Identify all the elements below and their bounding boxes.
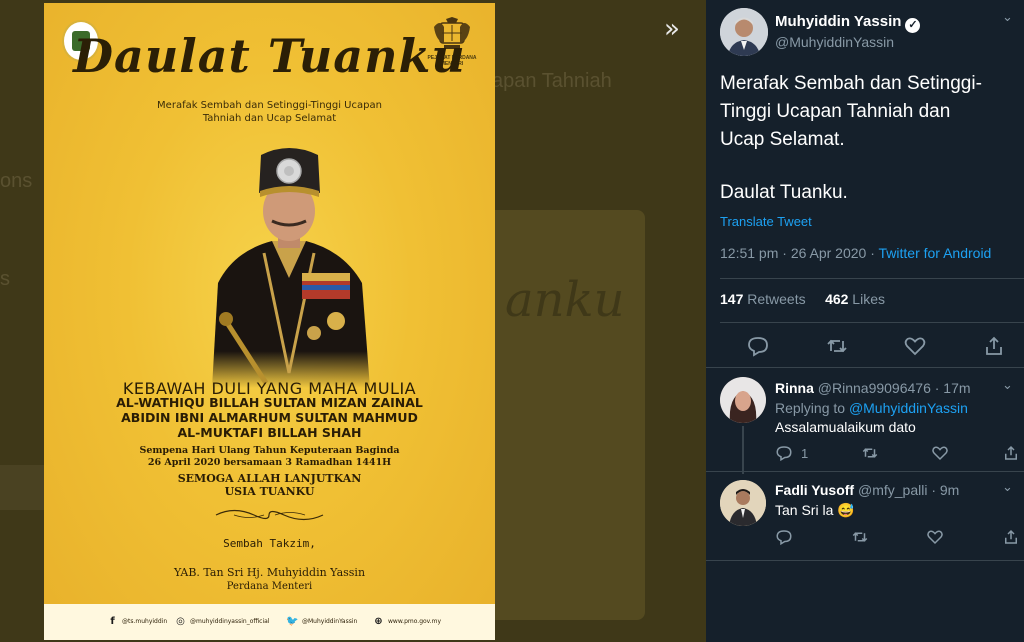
- divider: [720, 278, 1024, 279]
- poster-signatory: YAB. Tan Sri Hj. Muhyiddin Yassin: [173, 566, 366, 579]
- social-label: @muhyiddinyassin_official: [190, 617, 270, 625]
- likes-count: 462: [825, 291, 849, 307]
- avatar[interactable]: [720, 8, 768, 56]
- facebook-icon: f: [110, 615, 115, 627]
- collapse-panel-button[interactable]: »: [664, 14, 680, 44]
- poster-signatory-title: Perdana Menteri: [226, 581, 313, 592]
- tweet-text-line: Tinggi Ucapan Tahniah dan: [720, 101, 951, 122]
- author-handle[interactable]: @MuhyiddinYassin: [775, 34, 894, 50]
- social-facebook: f @ts.muhyiddin: [106, 613, 167, 629]
- reply-count: 1: [801, 445, 809, 461]
- retweets-stat[interactable]: 147 Retweets: [720, 291, 806, 307]
- tweet-text-line: Ucap Selamat.: [720, 129, 845, 150]
- avatar[interactable]: [720, 377, 766, 423]
- chevron-down-icon[interactable]: ⌄: [1002, 480, 1013, 495]
- poster-prayer-line: USIA TUANKU: [224, 485, 315, 498]
- tweet-image[interactable]: PEJABAT PERDANA MENTERI Daulat Tuanku Me…: [44, 3, 495, 640]
- poster-occasion-line: Sempena Hari Ulang Tahun Keputeraan Bagi…: [139, 445, 400, 456]
- chevron-down-icon[interactable]: ⌄: [1002, 10, 1013, 25]
- backdrop-text: ons: [0, 170, 33, 192]
- poster-occasion: Sempena Hari Ulang Tahun Keputeraan Bagi…: [104, 445, 435, 469]
- reply-button[interactable]: 1: [775, 444, 808, 462]
- reply-actions: [775, 528, 1020, 546]
- social-label: www.pmo.gov.my: [388, 617, 442, 625]
- reply-author[interactable]: Rinna @Rinna99096476 · 17m: [775, 380, 971, 396]
- sultan-portrait: [212, 148, 370, 388]
- retweet-icon[interactable]: [825, 334, 849, 358]
- poster-subtitle-line: Merafak Sembah dan Setinggi-Tinggi Ucapa…: [157, 100, 382, 111]
- chevron-down-icon[interactable]: ⌄: [1002, 378, 1013, 393]
- poster-sultan-name: AL-WATHIQU BILLAH SULTAN MIZAN ZAINAL AB…: [84, 395, 455, 440]
- reply-icon[interactable]: [746, 334, 770, 358]
- poster-title: Daulat Tuanku: [73, 29, 466, 83]
- poster-subtitle: Merafak Sembah dan Setinggi-Tinggi Ucapa…: [104, 99, 435, 125]
- ornament-divider-icon: [215, 509, 324, 521]
- reply-text: Assalamualaikum dato: [775, 419, 916, 435]
- author-name[interactable]: Muhyiddin Yassin ✓: [775, 13, 921, 33]
- social-label: @MuhyiddinYassin: [302, 617, 358, 625]
- reply-actions: 1: [775, 444, 1020, 462]
- reply-author-name[interactable]: Fadli Yusoff: [775, 482, 854, 498]
- divider: [720, 322, 1024, 323]
- tweet-text-line: Daulat Tuanku.: [720, 182, 848, 203]
- reply-author-name[interactable]: Rinna: [775, 380, 814, 396]
- tweet-stats: 147 Retweets 462 Likes: [720, 291, 885, 307]
- web-icon: ⊕: [374, 615, 383, 627]
- backdrop-block: [0, 465, 45, 510]
- avatar[interactable]: [720, 480, 766, 526]
- retweets-count: 147: [720, 291, 744, 307]
- like-icon[interactable]: [903, 334, 927, 358]
- reply-author-handle[interactable]: @mfy_palli · 9m: [858, 482, 959, 498]
- divider: [706, 560, 1024, 561]
- divider: [706, 367, 1024, 368]
- reply-icon: [776, 446, 792, 462]
- likes-label: Likes: [848, 291, 885, 307]
- poster-name-line: ABIDIN IBNI ALMARHUM SULTAN MAHMUD: [121, 410, 418, 425]
- like-icon[interactable]: [926, 528, 944, 546]
- tweet-text-line: Merafak Sembah dan Setinggi-: [720, 73, 982, 94]
- replying-to-handle[interactable]: @MuhyiddinYassin: [849, 400, 968, 416]
- translate-tweet-link[interactable]: Translate Tweet: [720, 214, 812, 229]
- share-icon[interactable]: [982, 334, 1006, 358]
- social-label: @ts.muhyiddin: [122, 617, 168, 625]
- reply-author-handle[interactable]: @Rinna99096476 · 17m: [818, 380, 971, 396]
- tweet-detail-panel: Muhyiddin Yassin ✓ @MuhyiddinYassin ⌄ Mer…: [706, 0, 1024, 642]
- retweet-icon[interactable]: [851, 528, 869, 546]
- social-twitter: 🐦 @MuhyiddinYassin: [286, 613, 357, 629]
- twitter-icon: 🐦: [286, 615, 299, 627]
- reply-author[interactable]: Fadli Yusoff @mfy_palli · 9m: [775, 482, 959, 498]
- social-web: ⊕ www.pmo.gov.my: [372, 613, 441, 629]
- replying-to-label: Replying to: [775, 400, 849, 416]
- tweet-meta: 12:51 pm · 26 Apr 2020 · Twitter for And…: [720, 245, 991, 261]
- poster-name-line: AL-MUKTAFI BILLAH SHAH: [177, 425, 362, 440]
- poster-closing: Sembah Takzim,: [223, 537, 316, 550]
- likes-stat[interactable]: 462 Likes: [825, 291, 885, 307]
- social-instagram: ◎ @muhyiddinyassin_official: [174, 613, 270, 629]
- poster-name-line: AL-WATHIQU BILLAH SULTAN MIZAN ZAINAL: [116, 395, 423, 410]
- reply-text: Tan Sri la 😅: [775, 502, 855, 518]
- tweet-source-app[interactable]: Twitter for Android: [879, 245, 992, 261]
- thread-connector: [742, 426, 744, 474]
- share-icon[interactable]: [1002, 444, 1020, 462]
- poster-prayer-line: SEMOGA ALLAH LANJUTKAN: [177, 472, 362, 485]
- poster-subtitle-line: Tahniah dan Ucap Selamat: [202, 113, 337, 124]
- retweet-icon[interactable]: [861, 444, 879, 462]
- retweets-label: Retweets: [743, 291, 806, 307]
- backdrop-card-text: anku: [505, 272, 625, 328]
- reply-icon[interactable]: [775, 528, 793, 546]
- instagram-icon: ◎: [176, 615, 185, 627]
- share-icon[interactable]: [1002, 528, 1020, 546]
- tweet-actions: [746, 334, 1006, 358]
- backdrop-text: s: [0, 268, 10, 290]
- backdrop-text: apan Tahniah: [492, 70, 612, 92]
- verified-badge-icon: ✓: [905, 18, 921, 33]
- like-icon[interactable]: [931, 444, 949, 462]
- tweet-timestamp[interactable]: 12:51 pm · 26 Apr 2020 ·: [720, 245, 879, 261]
- divider: [706, 471, 1024, 472]
- poster-prayer: SEMOGA ALLAH LANJUTKAN USIA TUANKU: [104, 472, 435, 498]
- poster-occasion-line: 26 April 2020 bersamaan 3 Ramadhan 1441H: [147, 457, 392, 468]
- tweet-body: Merafak Sembah dan Setinggi- Tinggi Ucap…: [720, 70, 1015, 154]
- author-name-text[interactable]: Muhyiddin Yassin: [775, 13, 901, 30]
- replying-to: Replying to @MuhyiddinYassin: [775, 400, 968, 416]
